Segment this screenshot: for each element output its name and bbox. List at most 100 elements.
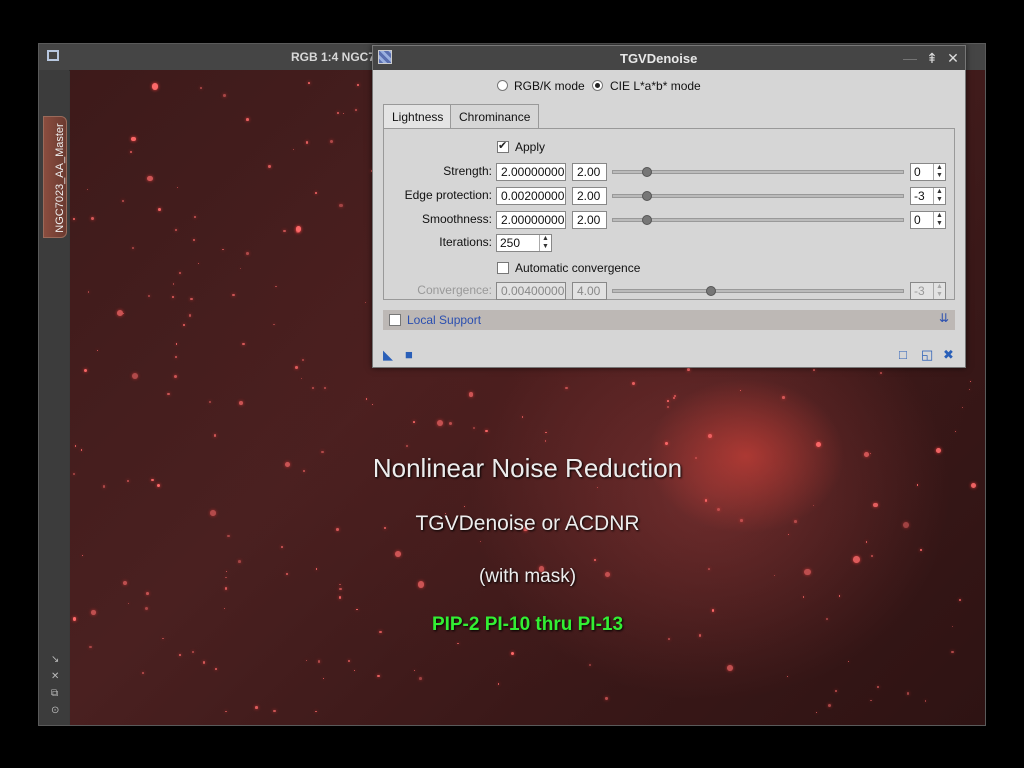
iterations-label: Iterations: — [439, 235, 492, 249]
star — [273, 323, 275, 326]
star — [339, 588, 342, 591]
local-support-section[interactable]: Local Support ⇊ — [383, 310, 955, 330]
star — [189, 314, 192, 317]
edge-protection-exponent-spinner[interactable]: -3 ▲ ▼ — [910, 187, 946, 205]
star — [497, 682, 500, 685]
star — [962, 406, 964, 408]
star — [802, 596, 805, 598]
restore-icon[interactable]: ⧉ — [51, 688, 58, 699]
tgvdenoise-dialog: TGVDenoise — ⇞ ✕ RGB/K mode CIE L*a*b* m… — [372, 45, 966, 368]
star — [305, 659, 308, 662]
star — [667, 399, 669, 402]
strength-exponent-spinner[interactable]: 0 ▲ ▼ — [910, 163, 946, 181]
apply-icon[interactable]: ■ — [405, 347, 413, 362]
star — [213, 434, 217, 437]
star — [919, 548, 922, 551]
star — [214, 668, 217, 670]
pin-icon[interactable]: ↘ — [51, 654, 59, 665]
star — [223, 608, 225, 610]
star — [122, 200, 124, 202]
tab-lightness[interactable]: Lightness — [383, 104, 453, 128]
star — [419, 677, 423, 680]
smoothness-exponent-spinner[interactable]: 0 ▲ ▼ — [910, 211, 946, 229]
star — [130, 151, 133, 154]
edge-protection-slider[interactable] — [612, 194, 904, 198]
shade-icon[interactable]: ⇞ — [923, 49, 941, 67]
star — [413, 420, 416, 423]
edge-protection-slider-thumb[interactable] — [642, 191, 653, 201]
close-icon[interactable]: ✕ — [51, 671, 59, 682]
star — [315, 710, 317, 712]
star — [969, 380, 972, 383]
star — [468, 392, 474, 397]
cielab-mode-radio[interactable] — [592, 80, 603, 91]
star — [665, 442, 668, 445]
strength-slider[interactable] — [612, 170, 904, 174]
convergence-field[interactable]: 0.00400000 — [496, 282, 566, 300]
spinner-arrows-icon[interactable]: ▲ ▼ — [933, 283, 945, 299]
automatic-convergence-label: Automatic convergence — [515, 261, 641, 275]
spinner-arrows-icon[interactable]: ▲ ▼ — [933, 212, 945, 228]
apply-global-icon[interactable]: ◣ — [383, 347, 393, 363]
star — [707, 433, 713, 439]
local-support-checkbox[interactable] — [389, 314, 401, 326]
star — [839, 595, 841, 597]
strength-field[interactable]: 2.00000000 — [496, 163, 566, 181]
expand-section-icon[interactable]: ⇊ — [939, 311, 949, 325]
reset-icon[interactable]: ✖ — [943, 347, 954, 363]
star — [87, 290, 90, 293]
star — [852, 555, 860, 563]
tab-chrominance[interactable]: Chrominance — [450, 104, 540, 128]
star — [273, 710, 276, 713]
star — [877, 686, 880, 689]
smoothness-field[interactable]: 2.00000000 — [496, 211, 566, 229]
strength-slider-thumb[interactable] — [642, 167, 653, 177]
apply-checkbox[interactable] — [497, 139, 509, 153]
window-icon[interactable] — [47, 50, 59, 61]
star — [97, 350, 99, 352]
star — [147, 295, 151, 298]
strength-mantissa-field[interactable]: 2.00 — [572, 163, 607, 181]
smoothness-slider[interactable] — [612, 218, 904, 222]
spinner-arrows-icon[interactable]: ▲ ▼ — [933, 164, 945, 180]
view-identifier-tab[interactable]: NGC7023_AA_Master — [43, 116, 67, 238]
convergence-mantissa-field[interactable]: 4.00 — [572, 282, 607, 300]
edge-protection-field[interactable]: 0.00200000 — [496, 187, 566, 205]
rgbk-mode-label: RGB/K mode — [514, 79, 585, 93]
star — [395, 550, 401, 557]
star — [191, 650, 194, 653]
automatic-convergence-checkbox[interactable] — [497, 262, 509, 274]
star — [906, 692, 910, 695]
spinner-arrows-icon[interactable]: ▲ ▼ — [539, 235, 551, 251]
edge-protection-label: Edge protection: — [404, 188, 492, 202]
star — [315, 192, 318, 195]
settings-icon[interactable]: ⊙ — [51, 705, 59, 716]
preview-icon[interactable]: □ — [899, 347, 907, 362]
star — [916, 484, 919, 486]
smoothness-mantissa-field[interactable]: 2.00 — [572, 211, 607, 229]
convergence-exponent-spinner[interactable]: -3 ▲ ▼ — [910, 282, 946, 300]
edge-protection-mantissa-field[interactable]: 2.00 — [572, 187, 607, 205]
close-icon[interactable]: ✕ — [944, 49, 962, 67]
star — [203, 661, 206, 664]
rgbk-mode-radio[interactable] — [497, 80, 508, 91]
smoothness-slider-thumb[interactable] — [642, 215, 653, 225]
minimize-icon[interactable]: — — [901, 49, 919, 67]
star — [673, 397, 676, 399]
spinner-arrows-icon[interactable]: ▲ ▼ — [933, 188, 945, 204]
star — [91, 217, 95, 221]
overlay-note: (with mask) — [478, 566, 577, 587]
convergence-slider[interactable] — [612, 289, 904, 293]
star — [239, 267, 241, 269]
star — [312, 387, 315, 390]
iterations-spinner[interactable]: 250 ▲ ▼ — [496, 234, 552, 252]
dialog-titlebar[interactable]: TGVDenoise — ⇞ ✕ — [373, 46, 965, 70]
star — [232, 293, 235, 297]
star — [593, 558, 596, 561]
convergence-slider-thumb[interactable] — [706, 286, 717, 296]
star — [632, 381, 635, 385]
browse-documentation-icon[interactable]: ◱ — [921, 347, 933, 363]
cielab-mode-label: CIE L*a*b* mode — [610, 79, 701, 93]
star — [131, 136, 136, 142]
star — [782, 396, 785, 399]
